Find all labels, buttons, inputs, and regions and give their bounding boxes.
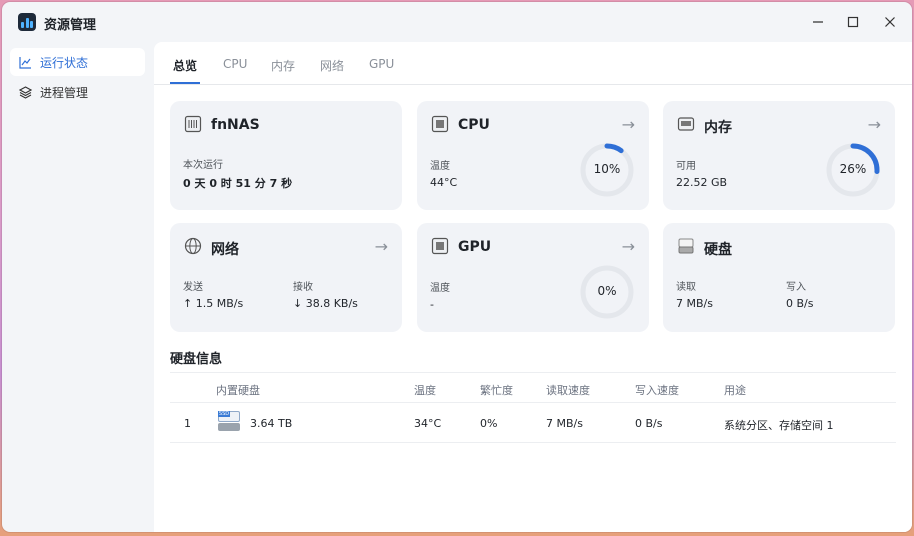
card-title: 网络 <box>211 242 239 258</box>
drive-busy: 0% <box>480 417 498 430</box>
active-tab-indicator <box>170 82 200 84</box>
sidebar-item-processes[interactable]: 进程管理 <box>10 78 145 106</box>
table-header: 内置硬盘 温度 繁忙度 读取速度 写入速度 用途 <box>170 372 896 403</box>
disk-write-value: 0 B/s <box>786 297 814 310</box>
disk-read-value: 7 MB/s <box>676 297 713 310</box>
memory-icon <box>677 117 695 131</box>
tab-network[interactable]: 网络 <box>320 57 344 74</box>
column-header: 读取速度 <box>546 384 590 397</box>
app-window: 资源管理 运行状态 进程管理 总览 CPU 内存 网络 GPU fnNAS 本次… <box>2 2 912 532</box>
close-icon <box>885 17 895 27</box>
network-recv-value: ↓ 38.8 KB/s <box>293 297 358 310</box>
row-index: 1 <box>184 417 191 430</box>
network-send-value: ↑ 1.5 MB/s <box>183 297 244 310</box>
column-header: 用途 <box>724 384 746 397</box>
drive-badge: SSD <box>218 411 230 417</box>
cpu-usage-ring: 10% <box>579 142 635 198</box>
card-title: fnNAS <box>211 117 260 133</box>
tab-gpu[interactable]: GPU <box>369 57 394 71</box>
arrow-right-icon[interactable]: → <box>868 115 881 134</box>
gpu-usage-ring: 0% <box>579 264 635 320</box>
cpu-temp-label: 温度 <box>430 161 450 172</box>
memory-usage-ring: 26% <box>825 142 881 198</box>
card-title: 硬盘 <box>704 242 732 258</box>
sidebar: 运行状态 进程管理 <box>2 42 152 532</box>
drive-temp: 34°C <box>414 417 442 430</box>
drive-capacity: 3.64 TB <box>250 417 293 430</box>
tab-bar: 总览 CPU 内存 网络 GPU <box>154 42 912 85</box>
arrow-right-icon[interactable]: → <box>375 237 388 256</box>
memory-usage-text: 26% <box>839 162 867 176</box>
uptime-value: 0 天 0 时 51 分 7 秒 <box>183 177 293 190</box>
network-send-label: 发送 <box>183 282 203 293</box>
card-title: CPU <box>458 117 490 133</box>
memory-card[interactable]: 内存 → 可用 22.52 GB 26% <box>663 101 895 210</box>
maximize-button[interactable] <box>843 12 863 32</box>
disk-write-label: 写入 <box>786 282 806 293</box>
cpu-chip-icon <box>431 115 449 133</box>
close-button[interactable] <box>880 12 900 32</box>
globe-icon <box>184 237 202 255</box>
sidebar-item-status[interactable]: 运行状态 <box>10 48 145 76</box>
column-header: 内置硬盘 <box>216 384 260 397</box>
tab-cpu[interactable]: CPU <box>223 57 247 71</box>
card-title: GPU <box>458 239 492 255</box>
hard-drive-icon <box>678 238 694 254</box>
column-header: 写入速度 <box>635 384 679 397</box>
arrow-right-icon[interactable]: → <box>622 237 635 256</box>
chart-line-icon <box>19 56 31 69</box>
gpu-usage-text: 0% <box>597 284 617 298</box>
arrow-right-icon[interactable]: → <box>622 115 635 134</box>
cpu-usage-text: 10% <box>593 162 621 176</box>
column-header: 温度 <box>414 384 436 397</box>
memory-avail-label: 可用 <box>676 161 696 172</box>
gpu-temp-label: 温度 <box>430 283 450 294</box>
section-title: 硬盘信息 <box>170 352 223 367</box>
cpu-card[interactable]: CPU → 温度 44°C 10% <box>417 101 649 210</box>
drive-write: 0 B/s <box>635 417 663 430</box>
ssd-drive-icon: SSD <box>218 411 240 433</box>
system-card: fnNAS 本次运行 0 天 0 时 51 分 7 秒 <box>170 101 402 210</box>
network-card[interactable]: 网络 → 发送 ↑ 1.5 MB/s 接收 ↓ 38.8 KB/s <box>170 223 402 332</box>
uptime-label: 本次运行 <box>183 160 223 171</box>
layers-icon <box>19 85 32 99</box>
column-header: 繁忙度 <box>480 384 513 397</box>
gpu-temp-value: - <box>430 298 434 311</box>
app-title: 资源管理 <box>44 18 97 33</box>
memory-avail-value: 22.52 GB <box>676 176 728 189</box>
device-icon <box>184 115 202 133</box>
table-row[interactable]: 1 SSD 3.64 TB 34°C 0% 7 MB/s 0 B/s 系统分区、… <box>170 403 896 443</box>
drive-usage: 系统分区、存储空间 1 <box>724 419 834 432</box>
disk-read-label: 读取 <box>676 282 696 293</box>
tab-memory[interactable]: 内存 <box>271 57 295 74</box>
gpu-chip-icon <box>431 237 449 255</box>
title-bar: 资源管理 <box>2 2 912 42</box>
card-title: 内存 <box>704 120 732 136</box>
network-recv-label: 接收 <box>293 282 313 293</box>
app-logo-icon <box>18 13 36 31</box>
minimize-button[interactable] <box>808 12 828 32</box>
drive-read: 7 MB/s <box>546 417 583 430</box>
gpu-card[interactable]: GPU → 温度 - 0% <box>417 223 649 332</box>
main-panel: 总览 CPU 内存 网络 GPU fnNAS 本次运行 0 天 0 时 51 分… <box>154 42 912 532</box>
tab-overview[interactable]: 总览 <box>173 57 197 74</box>
minimize-icon <box>813 21 823 23</box>
maximize-icon <box>847 16 859 28</box>
disk-card: 硬盘 读取 7 MB/s 写入 0 B/s <box>663 223 895 332</box>
sidebar-item-label: 运行状态 <box>40 55 89 70</box>
sidebar-item-label: 进程管理 <box>40 85 89 100</box>
cpu-temp-value: 44°C <box>430 176 458 189</box>
